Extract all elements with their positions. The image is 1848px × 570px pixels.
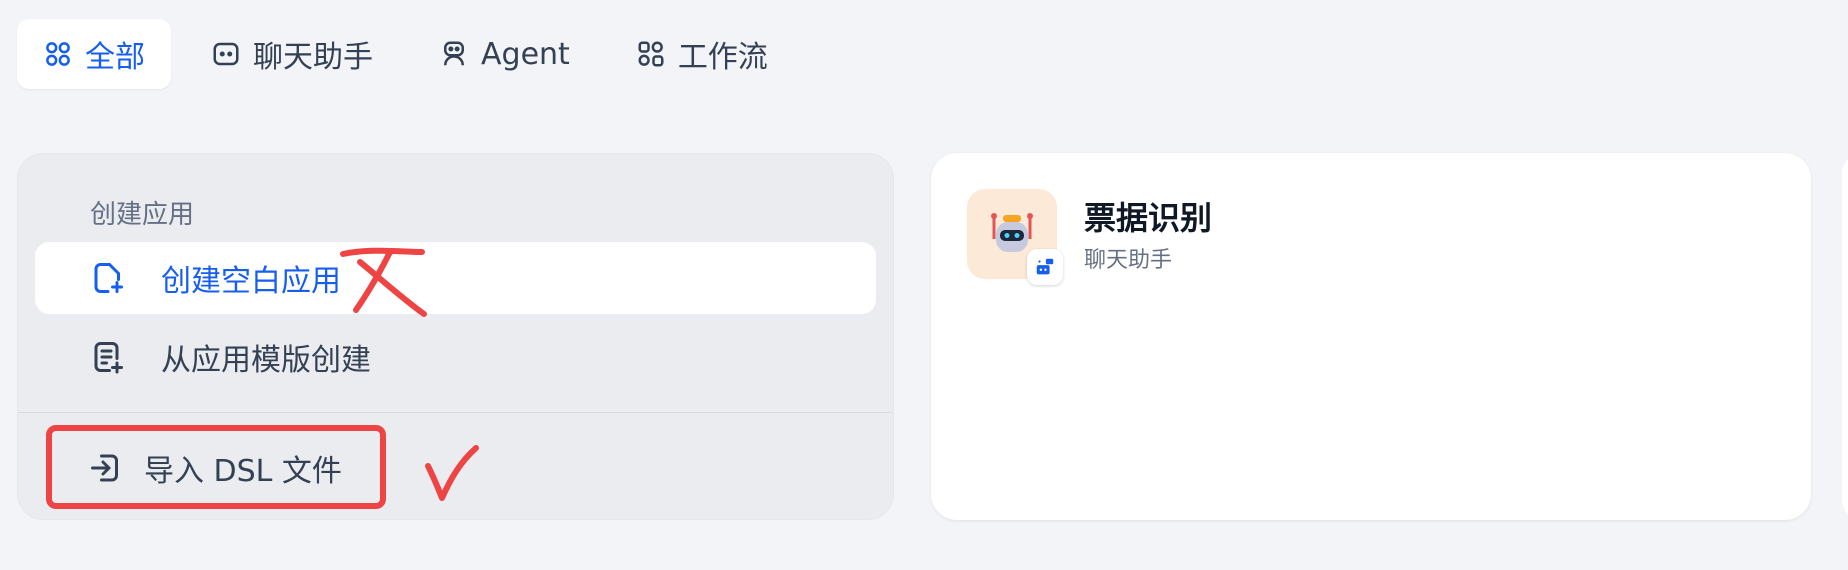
app-title: 票据识别	[1084, 199, 1213, 237]
workflow-icon	[638, 41, 664, 67]
tab-label: 工作流	[677, 40, 768, 75]
chat-icon	[213, 42, 239, 66]
app-type-label: 聊天助手	[1084, 248, 1173, 273]
check-annotation-icon	[425, 445, 479, 501]
next-app-card-edge[interactable]	[1842, 153, 1848, 520]
tab-chat-assistant[interactable]: 聊天助手	[185, 19, 399, 89]
app-card[interactable]: 票据识别 聊天助手	[931, 153, 1811, 520]
divider	[18, 412, 893, 413]
tab-workflow[interactable]: 工作流	[610, 19, 794, 89]
chat-badge-icon	[1036, 258, 1054, 275]
tab-label: 聊天助手	[253, 40, 373, 75]
create-blank-app-label: 创建空白应用	[161, 264, 341, 299]
create-from-template-button[interactable]: 从应用模版创建	[35, 321, 876, 393]
highlight-box	[46, 425, 386, 509]
robot-icon	[444, 41, 464, 66]
tab-agent[interactable]: Agent	[413, 19, 596, 89]
app-type-tabs: 全部 聊天助手 Agent 工作流	[17, 19, 808, 89]
create-blank-app-button[interactable]: 创建空白应用	[35, 242, 876, 314]
section-title: 创建应用	[90, 200, 195, 230]
tab-label: 全部	[85, 40, 145, 75]
cross-annotation-icon	[340, 247, 427, 317]
template-icon	[94, 342, 123, 374]
new-file-icon	[94, 263, 123, 293]
create-from-template-label: 从应用模版创建	[161, 343, 371, 378]
grid-icon	[46, 42, 70, 66]
tab-label: Agent	[481, 36, 570, 72]
chat-badge	[1027, 249, 1063, 285]
tab-all[interactable]: 全部	[17, 19, 171, 89]
